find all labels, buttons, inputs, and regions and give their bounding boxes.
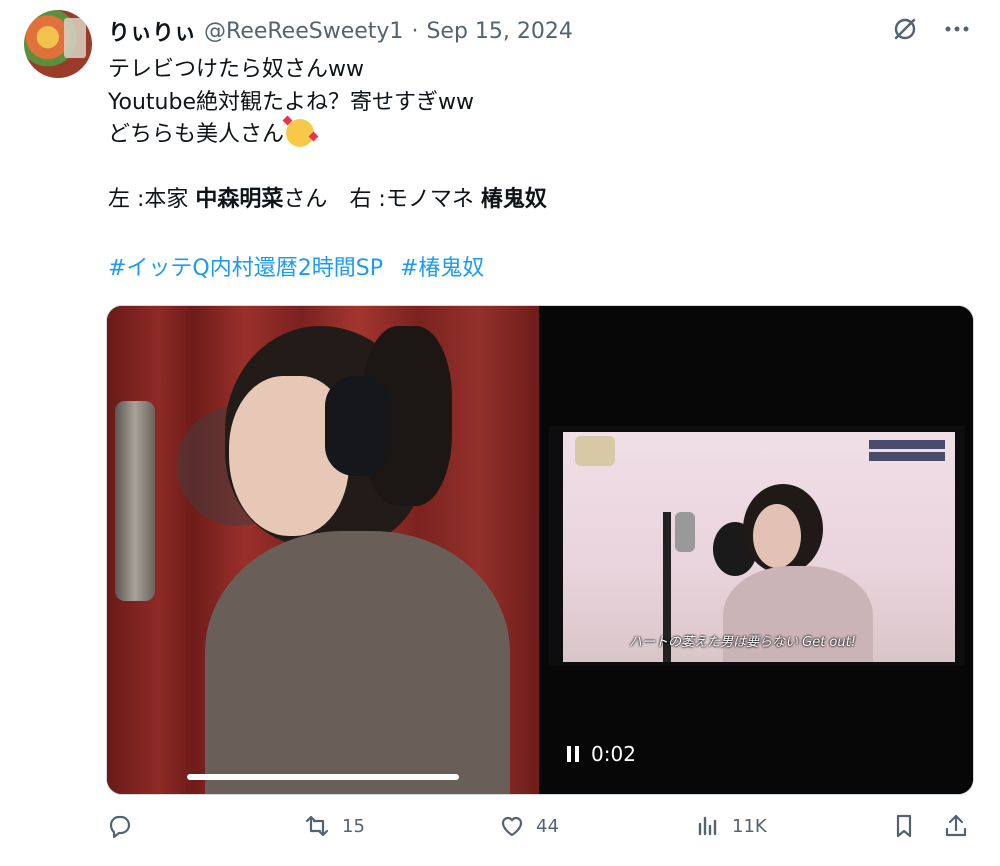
video-controls: 0:02 bbox=[567, 742, 636, 766]
display-name[interactable]: りぃりぃ bbox=[108, 15, 196, 47]
video-right[interactable]: ハートの萎えた男は要らない Get out! 0:02 bbox=[541, 306, 973, 794]
tweet-line-3-text: どちらも美人さん bbox=[108, 122, 285, 147]
tweet-line-1: テレビつけたら奴さんww bbox=[108, 57, 364, 82]
handle[interactable]: @ReeReeSweety1 bbox=[204, 19, 403, 44]
retweet-button[interactable]: 15 bbox=[302, 812, 365, 840]
views-icon bbox=[698, 816, 717, 836]
reply-button[interactable] bbox=[106, 812, 144, 840]
share-icon bbox=[945, 814, 967, 837]
smiling-face-with-hearts-icon bbox=[286, 119, 315, 147]
caption-left-prefix: 左 :本家 bbox=[108, 187, 196, 212]
caption-left-name: 中森明菜 bbox=[195, 187, 284, 212]
show-title-graphic bbox=[869, 440, 945, 462]
views-count: 11K bbox=[732, 815, 767, 837]
retweet-icon bbox=[305, 815, 329, 837]
tweet-line-2: Youtube絶対観たよね？寄せすぎww bbox=[108, 89, 474, 115]
headphones bbox=[325, 376, 391, 476]
caption-line: 左 :本家 中森明菜さん右 :モノマネ 椿鬼奴 bbox=[108, 184, 948, 217]
views-button[interactable]: 11K bbox=[694, 812, 767, 840]
retweet-count: 15 bbox=[342, 815, 365, 837]
tv-subtitle: ハートの萎えた男は要らない Get out! bbox=[629, 635, 856, 650]
bookmark-icon bbox=[896, 814, 912, 838]
like-icon bbox=[501, 816, 523, 837]
like-button[interactable]: 44 bbox=[498, 812, 559, 840]
avatar-cup bbox=[64, 18, 86, 58]
more-icon[interactable] bbox=[942, 14, 972, 44]
tweet-header: りぃりぃ @ReeReeSweety1 · Sep 15, 2024 bbox=[108, 15, 573, 47]
media-scrubber[interactable] bbox=[187, 774, 459, 780]
caption-right-name: 椿鬼奴 bbox=[480, 187, 547, 212]
action-bar: 15 44 11K bbox=[106, 812, 976, 852]
show-logo bbox=[575, 436, 615, 466]
caption-left-suffix: さん bbox=[283, 187, 328, 212]
share-button[interactable] bbox=[942, 812, 970, 840]
tweet-date[interactable]: Sep 15, 2024 bbox=[426, 19, 572, 44]
hashtags: #イッテQ内村還暦2時間SP #椿鬼奴 bbox=[108, 250, 494, 282]
grok-icon[interactable] bbox=[890, 14, 920, 44]
caption-right-prefix: 右 :モノマネ bbox=[349, 187, 481, 212]
microphone bbox=[115, 401, 155, 601]
tv-frame: ハートの萎えた男は要らない Get out! bbox=[549, 426, 965, 666]
singer-sweater bbox=[205, 531, 510, 794]
like-count: 44 bbox=[536, 815, 559, 837]
separator: · bbox=[411, 18, 419, 44]
tweet-text: テレビつけたら奴さんww Youtube絶対観たよね？寄せすぎww どちらも美人… bbox=[108, 54, 948, 217]
bookmark-button[interactable] bbox=[890, 812, 918, 840]
avatar[interactable] bbox=[24, 10, 92, 78]
header-actions bbox=[890, 14, 972, 44]
tv-microphone bbox=[675, 512, 695, 552]
reply-icon bbox=[109, 815, 131, 839]
pause-icon[interactable] bbox=[567, 746, 579, 762]
hashtag-link[interactable]: #椿鬼奴 bbox=[400, 256, 484, 281]
hashtag-link[interactable]: #イッテQ内村還暦2時間SP bbox=[108, 256, 383, 281]
tweet-line-3: どちらも美人さん bbox=[108, 119, 948, 152]
video-time: 0:02 bbox=[591, 742, 636, 766]
photo-left[interactable] bbox=[107, 306, 539, 794]
tv-screen: ハートの萎えた男は要らない Get out! bbox=[563, 432, 955, 662]
tv-singer-face bbox=[753, 504, 801, 568]
media-container[interactable]: ハートの萎えた男は要らない Get out! 0:02 bbox=[106, 305, 974, 795]
